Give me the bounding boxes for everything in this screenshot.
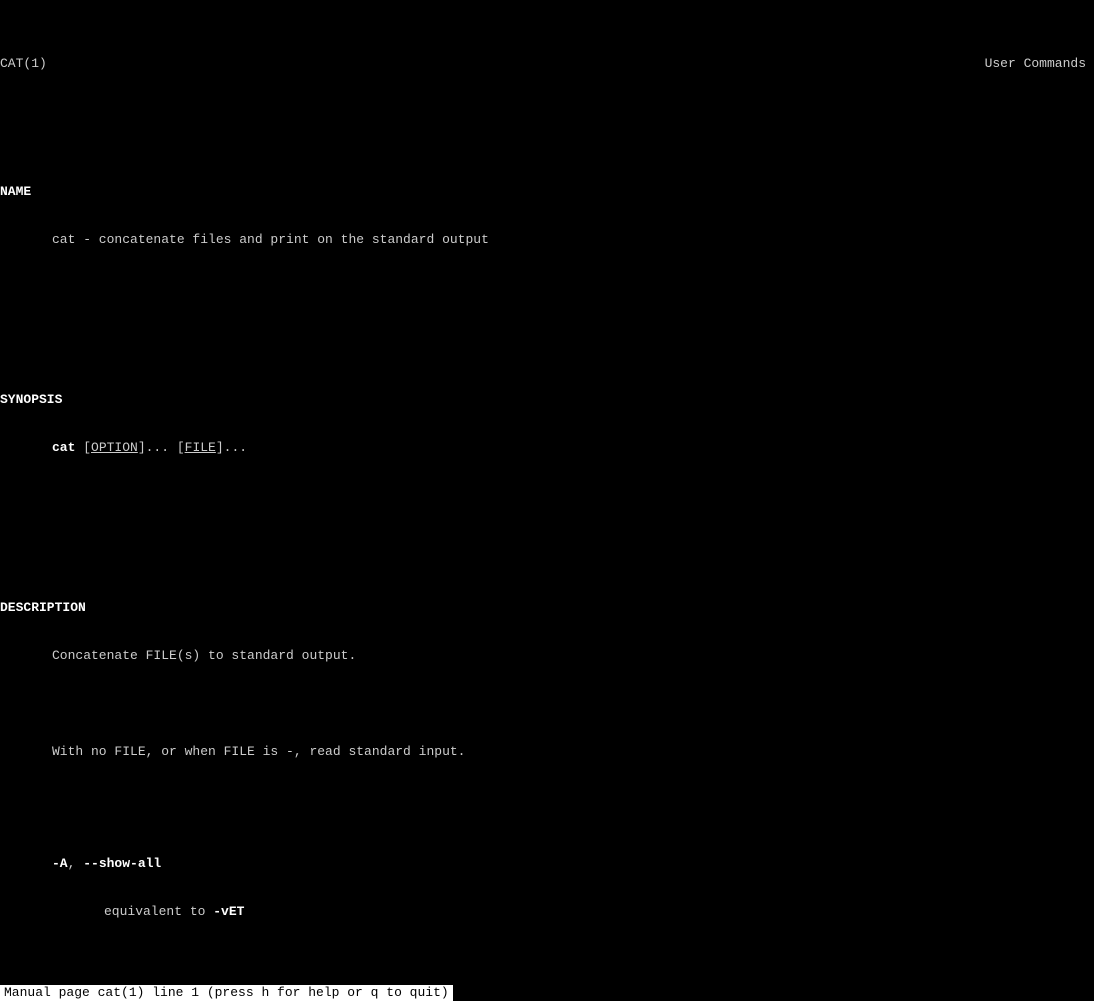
section-synopsis-heading: SYNOPSIS	[0, 392, 1094, 408]
opt-A-short: -A	[52, 856, 68, 871]
section-name-heading: NAME	[0, 184, 1094, 200]
pager-status-line[interactable]: Manual page cat(1) line 1 (press h for h…	[0, 985, 453, 1001]
synopsis-sep1: ]... [	[138, 440, 185, 455]
man-page[interactable]: CAT(1) User Commands NAME cat - concaten…	[0, 0, 1094, 1001]
synopsis-line: cat [OPTION]... [FILE]...	[0, 440, 1094, 456]
synopsis-file: FILE	[185, 440, 216, 455]
header-left: CAT(1)	[0, 56, 47, 72]
opt-A: -A, --show-all	[0, 856, 1094, 872]
header-right: User Commands	[985, 56, 1086, 72]
synopsis-sep2: ]...	[216, 440, 247, 455]
name-line: cat - concatenate files and print on the…	[0, 232, 1094, 248]
synopsis-option: OPTION	[91, 440, 138, 455]
synopsis-cmd: cat	[52, 440, 75, 455]
man-header: CAT(1) User Commands	[0, 48, 1094, 72]
opt-A-long: --show-all	[83, 856, 161, 871]
section-description-heading: DESCRIPTION	[0, 600, 1094, 616]
opt-A-desc: equivalent to -vET	[0, 904, 1094, 920]
desc-p1: Concatenate FILE(s) to standard output.	[0, 648, 1094, 664]
desc-p2: With no FILE, or when FILE is -, read st…	[0, 744, 1094, 760]
